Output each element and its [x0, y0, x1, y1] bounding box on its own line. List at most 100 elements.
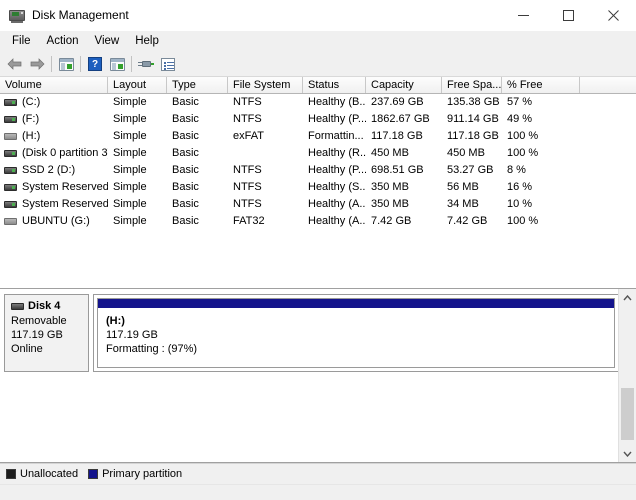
cell-volume: (C:) — [0, 94, 108, 111]
cell-layout: Simple — [113, 96, 147, 108]
cell-capacity: 117.18 GB — [371, 130, 423, 142]
cell-layout: Simple — [113, 164, 147, 176]
close-button[interactable] — [591, 0, 636, 30]
disk-state: Online — [11, 343, 43, 355]
cell-capacity: 350 MB — [371, 181, 409, 193]
table-row[interactable]: (F:) Simple Basic NTFS Healthy (P... 1862.67 … — [0, 111, 636, 128]
column-header-volume[interactable]: Volume — [0, 77, 108, 93]
cell-status: Formattin... — [308, 130, 364, 142]
cell-status: Healthy (P... — [308, 164, 366, 176]
cell-file-system: NTFS — [233, 181, 262, 193]
table-row[interactable]: (Disk 0 partition 3) Simple Basic Healthy (… — [0, 145, 636, 162]
cell-capacity: 350 MB — [371, 198, 409, 210]
show-hide-console-tree-icon[interactable] — [55, 53, 77, 75]
partition-area: (H:) 117.19 GB Formatting : (97%) — [93, 294, 619, 372]
disk-pane-scrollbar[interactable] — [618, 289, 636, 462]
legend-item-primary-partition: Primary partition — [88, 468, 182, 480]
legend-item-unallocated: Unallocated — [6, 468, 78, 480]
disk-management-window: Disk Management File Action View Help ? … — [0, 0, 636, 500]
cell-volume: UBUNTU (G:) — [0, 213, 108, 230]
cell-status: Healthy (A... — [308, 198, 366, 210]
forward-arrow-icon[interactable] — [26, 53, 48, 75]
window-controls — [501, 0, 636, 30]
cell-type: Basic — [172, 96, 199, 108]
disk-header-box[interactable]: Disk 4 Removable 117.19 GB Online — [4, 294, 89, 372]
show-hide-action-pane-icon[interactable] — [106, 53, 128, 75]
cell-layout: Simple — [113, 181, 147, 193]
drive-icon — [4, 150, 17, 157]
cell-layout: Simple — [113, 198, 147, 210]
disk-graphical-pane: Disk 4 Removable 117.19 GB Online (H:) 1… — [0, 289, 636, 463]
disk-management-icon — [9, 7, 25, 23]
volume-name: (C:) — [22, 96, 41, 108]
back-arrow-icon[interactable] — [4, 53, 26, 75]
cell-percent-free: 100 % — [507, 215, 539, 227]
disk-size: 117.19 GB — [11, 329, 63, 341]
cell-free-space: 56 MB — [447, 181, 479, 193]
drive-icon — [4, 184, 17, 191]
drive-icon — [4, 99, 17, 106]
menu-item-file[interactable]: File — [4, 32, 39, 51]
cell-percent-free: 10 % — [507, 198, 533, 210]
cell-percent-free: 100 % — [507, 130, 539, 142]
cell-percent-free: 49 % — [507, 113, 533, 125]
column-header-type[interactable]: Type — [167, 77, 228, 93]
toolbar-separator — [80, 56, 81, 72]
properties-icon[interactable] — [157, 53, 179, 75]
column-header-percent-free[interactable]: % Free — [502, 77, 580, 93]
cell-layout: Simple — [113, 130, 147, 142]
menu-item-action[interactable]: Action — [39, 32, 87, 51]
menu-item-help[interactable]: Help — [127, 32, 167, 51]
title-bar: Disk Management — [0, 0, 636, 31]
minimize-button[interactable] — [501, 0, 546, 30]
cell-capacity: 698.51 GB — [371, 164, 424, 176]
volume-name: (F:) — [22, 113, 40, 125]
scrollbar-thumb[interactable] — [621, 388, 634, 440]
column-header-status[interactable]: Status — [303, 77, 366, 93]
scroll-down-icon[interactable] — [619, 445, 636, 462]
cell-percent-free: 16 % — [507, 181, 533, 193]
cell-free-space: 450 MB — [447, 147, 485, 159]
window-title: Disk Management — [32, 8, 129, 22]
rescan-disks-icon[interactable] — [135, 53, 157, 75]
drive-icon — [4, 167, 17, 174]
cell-volume: SSD 2 (D:) — [0, 162, 108, 179]
column-header-file-system[interactable]: File System — [228, 77, 303, 93]
cell-type: Basic — [172, 198, 199, 210]
cell-status: Healthy (R... — [308, 147, 366, 159]
scroll-up-icon[interactable] — [619, 289, 636, 306]
cell-layout: Simple — [113, 147, 147, 159]
partition-color-bar — [98, 299, 614, 309]
column-header-capacity[interactable]: Capacity — [366, 77, 442, 93]
partition-size: 117.19 GB — [106, 329, 158, 341]
table-row[interactable]: System Reserved Simple Basic NTFS Healthy (S… — [0, 179, 636, 196]
table-row[interactable]: (H:) Simple Basic exFAT Formattin... 117.18 G… — [0, 128, 636, 145]
table-row[interactable]: SSD 2 (D:) Simple Basic NTFS Healthy (P... 69… — [0, 162, 636, 179]
table-row[interactable]: System Reserved (... Simple Basic NTFS Healt… — [0, 196, 636, 213]
disk-name-row: Disk 4 — [11, 300, 84, 312]
column-header-layout[interactable]: Layout — [108, 77, 167, 93]
legend-bar: Unallocated Primary partition — [0, 463, 636, 484]
drive-icon — [4, 218, 17, 225]
partition-block[interactable]: (H:) 117.19 GB Formatting : (97%) — [97, 298, 615, 368]
disk-row: Disk 4 Removable 117.19 GB Online (H:) 1… — [4, 294, 619, 372]
column-header-free-space[interactable]: Free Spa... — [442, 77, 502, 93]
column-header-filler[interactable] — [580, 77, 636, 93]
legend-label-primary-partition: Primary partition — [102, 468, 183, 480]
table-row[interactable]: (C:) Simple Basic NTFS Healthy (B... 237.69 G… — [0, 94, 636, 111]
cell-type: Basic — [172, 164, 199, 176]
table-row[interactable]: UBUNTU (G:) Simple Basic FAT32 Healthy (A...… — [0, 213, 636, 230]
help-icon[interactable]: ? — [84, 53, 106, 75]
cell-capacity: 450 MB — [371, 147, 409, 159]
cell-volume: System Reserved (... — [0, 196, 108, 213]
cell-volume: System Reserved — [0, 179, 108, 196]
legend-filler — [192, 464, 636, 484]
cell-layout: Simple — [113, 113, 147, 125]
cell-free-space: 34 MB — [447, 198, 479, 210]
legend-swatch-unallocated — [6, 469, 16, 479]
menu-item-view[interactable]: View — [87, 32, 128, 51]
cell-free-space: 135.38 GB — [447, 96, 500, 108]
cell-file-system: NTFS — [233, 113, 262, 125]
volume-name: SSD 2 (D:) — [22, 164, 76, 176]
maximize-button[interactable] — [546, 0, 591, 30]
